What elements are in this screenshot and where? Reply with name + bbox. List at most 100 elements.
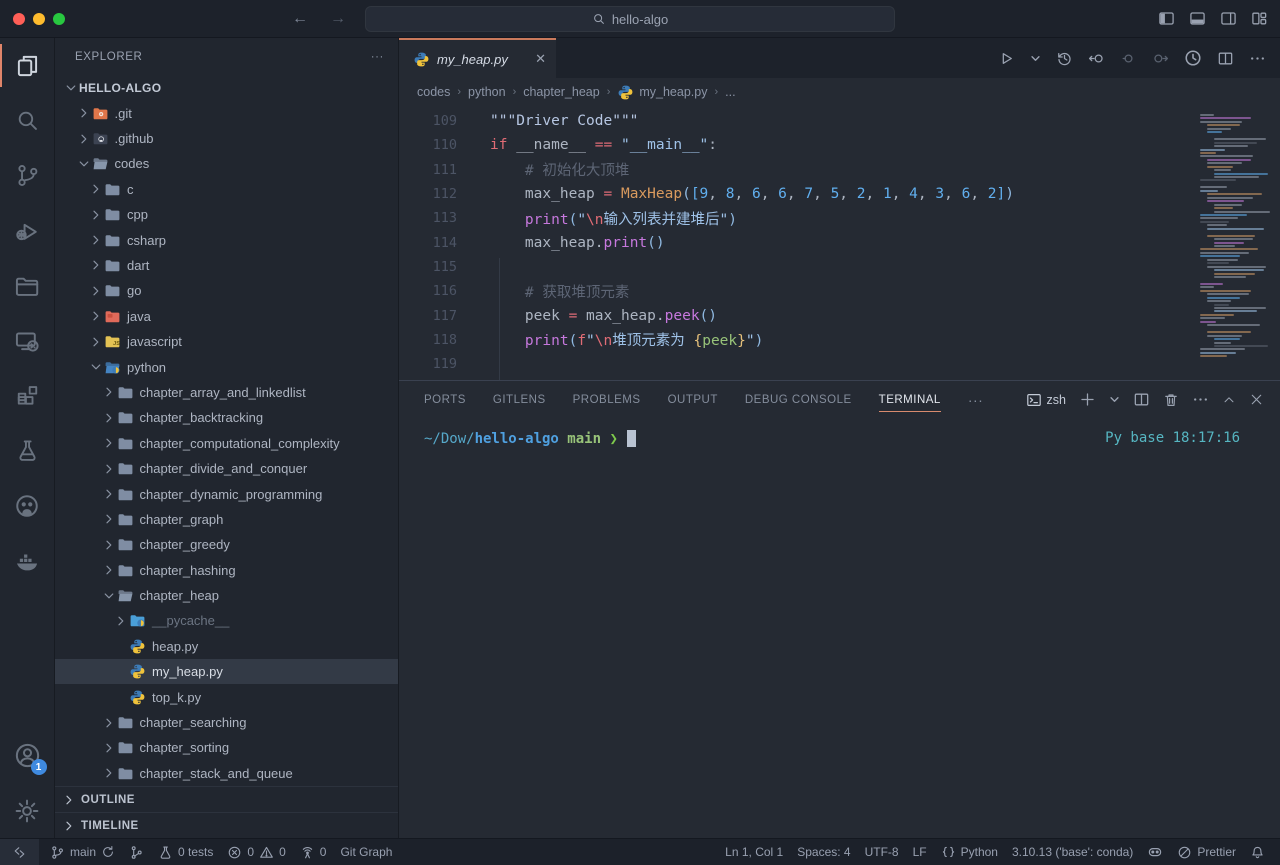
close-panel-icon[interactable] — [1249, 392, 1264, 407]
sidebar-more-actions-button[interactable]: ··· — [371, 51, 384, 63]
tree-item-chapter-dynamic-programming[interactable]: chapter_dynamic_programming — [55, 481, 398, 506]
tree-item-c[interactable]: c — [55, 177, 398, 202]
tree-item-chapter-graph[interactable]: chapter_graph — [55, 507, 398, 532]
close-window-button[interactable] — [13, 13, 25, 25]
activity-search[interactable] — [0, 93, 55, 148]
close-tab-icon[interactable]: ✕ — [535, 51, 546, 67]
minimap[interactable] — [1198, 114, 1264, 359]
breadcrumb-item-python[interactable]: python — [468, 85, 506, 99]
nav-circle-icon[interactable] — [1120, 50, 1137, 67]
activity-extensions[interactable] — [0, 368, 55, 423]
ports[interactable]: 0 — [293, 839, 334, 865]
tree-item-dart[interactable]: dart — [55, 253, 398, 278]
tree-item--pycache-[interactable]: __pycache__ — [55, 608, 398, 633]
remote-indicator[interactable] — [0, 839, 39, 865]
maximize-panel-icon[interactable] — [1222, 393, 1236, 407]
test-status[interactable]: 0 tests — [151, 839, 220, 865]
panel-tab-terminal[interactable]: TERMINAL — [879, 381, 941, 418]
tree-item-javascript[interactable]: JSjavascript — [55, 329, 398, 354]
panel-more-actions-icon[interactable] — [1192, 391, 1209, 408]
tree-item-chapter-computational-complexity[interactable]: chapter_computational_complexity — [55, 431, 398, 456]
tree-item-chapter-array-and-linkedlist[interactable]: chapter_array_and_linkedlist — [55, 380, 398, 405]
tree-item-java[interactable]: java — [55, 304, 398, 329]
code-editor[interactable]: 109"""Driver Code"""110if __name__ == "_… — [399, 106, 1280, 380]
kill-terminal-icon[interactable] — [1163, 392, 1179, 408]
minimize-window-button[interactable] — [33, 13, 45, 25]
panel-tab-debug-console[interactable]: DEBUG CONSOLE — [745, 381, 852, 418]
activity-remote-explorer[interactable] — [0, 313, 55, 368]
nav-back-button[interactable]: ← — [292, 10, 308, 28]
panel-tab-output[interactable]: OUTPUT — [668, 381, 718, 418]
toggle-panel-button-icon[interactable] — [1189, 10, 1206, 27]
tree-item-top-k-py[interactable]: top_k.py — [55, 684, 398, 709]
clock-circle-icon[interactable] — [1184, 49, 1202, 67]
panel-tab-gitlens[interactable]: GITLENS — [493, 381, 546, 418]
tab-my-heap-py[interactable]: my_heap.py ✕ — [399, 38, 556, 78]
customize-layout-button-icon[interactable] — [1251, 10, 1268, 27]
nav-back-icon[interactable] — [1088, 50, 1105, 67]
activity-github[interactable] — [0, 478, 55, 533]
breadcrumb-item--[interactable]: ... — [725, 85, 735, 99]
tree-item-csharp[interactable]: csharp — [55, 227, 398, 252]
panel-tab-ports[interactable]: PORTS — [424, 381, 466, 418]
tree-item-heap-py[interactable]: heap.py — [55, 634, 398, 659]
activity-account[interactable]: 1 — [0, 728, 55, 783]
activity-source-control[interactable] — [0, 148, 55, 203]
section-timeline[interactable]: TIMELINE — [55, 812, 398, 838]
git-graph-label[interactable]: Git Graph — [333, 839, 399, 865]
eol[interactable]: LF — [906, 839, 934, 865]
split-editor-icon[interactable] — [1217, 50, 1234, 67]
tree-item-my-heap-py[interactable]: my_heap.py — [55, 659, 398, 684]
history-icon[interactable] — [1056, 50, 1073, 67]
terminal[interactable]: ~/Dow/hello-algo main ❯ Py base 18:17:16 — [399, 418, 1280, 838]
run-dropdown-icon[interactable] — [1030, 53, 1041, 64]
indentation[interactable]: Spaces: 4 — [790, 839, 857, 865]
activity-test-beaker[interactable] — [0, 423, 55, 478]
zoom-window-button[interactable] — [53, 13, 65, 25]
encoding[interactable]: UTF-8 — [858, 839, 906, 865]
activity-run-debug[interactable] — [0, 203, 55, 258]
activity-docker[interactable] — [0, 533, 55, 588]
tree-item-go[interactable]: go — [55, 278, 398, 303]
toggle-sidebar-button-icon[interactable] — [1158, 10, 1175, 27]
terminal-profile-dropdown-icon[interactable] — [1109, 394, 1120, 405]
tree-item-chapter-hashing[interactable]: chapter_hashing — [55, 557, 398, 582]
split-terminal-icon[interactable] — [1133, 391, 1150, 408]
tree-item-codes[interactable]: codes — [55, 151, 398, 176]
cursor-position[interactable]: Ln 1, Col 1 — [718, 839, 790, 865]
tree-item-chapter-divide-and-conquer[interactable]: chapter_divide_and_conquer — [55, 456, 398, 481]
problems[interactable]: 00 — [220, 839, 292, 865]
shell-selector[interactable]: zsh — [1026, 392, 1066, 408]
run-icon[interactable] — [998, 50, 1015, 67]
breadcrumb-item-my-heap-py[interactable]: my_heap.py — [617, 84, 707, 101]
activity-project-folder[interactable] — [0, 258, 55, 313]
prettier[interactable]: Prettier — [1170, 839, 1243, 865]
copilot[interactable] — [1140, 839, 1170, 865]
breadcrumb-item-codes[interactable]: codes — [417, 85, 450, 99]
tree-item-chapter-sorting[interactable]: chapter_sorting — [55, 735, 398, 760]
breadcrumb-item-chapter-heap[interactable]: chapter_heap — [523, 85, 599, 99]
toggle-secondary-sidebar-button-icon[interactable] — [1220, 10, 1237, 27]
git-branch[interactable]: main — [43, 839, 122, 865]
tree-item-hello-algo[interactable]: HELLO-ALGO — [55, 75, 398, 100]
command-center-search[interactable]: hello-algo — [365, 6, 895, 32]
tree-item--github[interactable]: .github — [55, 126, 398, 151]
tree-item-cpp[interactable]: cpp — [55, 202, 398, 227]
nav-forward-icon[interactable] — [1152, 50, 1169, 67]
tree-item-chapter-heap[interactable]: chapter_heap — [55, 583, 398, 608]
activity-files[interactable] — [0, 38, 55, 93]
panel-tab-problems[interactable]: PROBLEMS — [573, 381, 641, 418]
tree-item-chapter-backtracking[interactable]: chapter_backtracking — [55, 405, 398, 430]
git-graph-button[interactable] — [122, 839, 151, 865]
activity-settings-gear[interactable] — [0, 783, 55, 838]
new-terminal-icon[interactable] — [1079, 391, 1096, 408]
notifications[interactable] — [1243, 839, 1272, 865]
tree-item--git[interactable]: .git — [55, 100, 398, 125]
language-mode[interactable]: Python — [934, 839, 1005, 865]
tree-item-chapter-stack-and-queue[interactable]: chapter_stack_and_queue — [55, 761, 398, 786]
section-outline[interactable]: OUTLINE — [55, 786, 398, 812]
tree-item-chapter-greedy[interactable]: chapter_greedy — [55, 532, 398, 557]
nav-forward-button[interactable]: → — [330, 10, 346, 28]
tree-item-chapter-searching[interactable]: chapter_searching — [55, 710, 398, 735]
more-icon[interactable] — [1249, 50, 1266, 67]
